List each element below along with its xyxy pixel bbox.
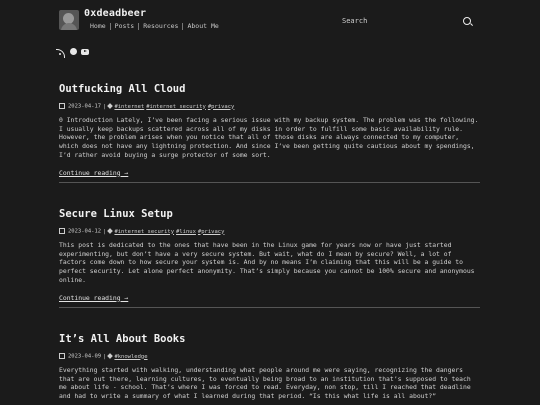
nav-item-posts[interactable]: Posts xyxy=(109,23,139,30)
post-summary: Everything started with walking, underst… xyxy=(59,366,471,401)
social-links xyxy=(56,41,93,60)
post-summary: This post is dedicated to the ones that … xyxy=(59,241,475,284)
post-card: It’s All About Books 2023-04-09 | #knowled… xyxy=(59,333,480,401)
tag-icon xyxy=(107,353,114,359)
post-meta: 2023-04-12 | #internet security #linux #priv… xyxy=(59,228,480,236)
avatar[interactable] xyxy=(59,10,79,30)
post-title[interactable]: Secure Linux Setup xyxy=(59,208,480,220)
post-title[interactable]: It’s All About Books xyxy=(59,333,480,345)
site-header: 0xdeadbeer Home Posts Resources About Me Se… xyxy=(56,8,480,60)
post-tag[interactable]: #privacy xyxy=(208,104,235,110)
post-card: Secure Linux Setup 2023-04-12 | #internet … xyxy=(59,208,480,304)
post-meta: 2023-04-09 | #knowledge xyxy=(59,353,480,361)
calendar-icon xyxy=(59,353,65,359)
post-date: 2023-04-09 xyxy=(68,353,102,360)
post-date: 2023-04-17 xyxy=(68,103,102,110)
tag-icon xyxy=(107,228,114,234)
youtube-icon[interactable] xyxy=(81,48,89,55)
post-divider xyxy=(59,307,480,308)
continue-reading-link[interactable]: Continue reading → xyxy=(59,169,128,177)
nav-item-home[interactable]: Home xyxy=(90,23,110,30)
post-tag[interactable]: #privacy xyxy=(198,229,225,235)
nav-item-about-me[interactable]: About Me xyxy=(182,23,222,30)
calendar-icon xyxy=(59,228,65,234)
continue-reading-link[interactable]: Continue reading → xyxy=(59,294,128,302)
post-tag[interactable]: #internet xyxy=(114,104,144,110)
post-tag[interactable]: #internet security xyxy=(146,104,206,110)
search-icon[interactable] xyxy=(463,17,471,25)
post-tag[interactable]: #internet security xyxy=(114,229,174,235)
post-tag[interactable]: #knowledge xyxy=(114,354,147,360)
site-title[interactable]: 0xdeadbeer xyxy=(84,8,146,19)
calendar-icon xyxy=(59,103,65,109)
search-input[interactable]: Search xyxy=(342,17,367,25)
main-nav: Home Posts Resources About Me xyxy=(90,22,223,30)
post-title[interactable]: Outfucking All Cloud xyxy=(59,83,480,95)
post-divider xyxy=(59,182,480,183)
nav-item-resources[interactable]: Resources xyxy=(138,23,182,30)
post-tag[interactable]: #linux xyxy=(176,229,196,235)
post-summary: 0 Introduction Lately, I’ve been facing … xyxy=(59,116,479,159)
post-card: Outfucking All Cloud 2023-04-17 | #interne… xyxy=(59,83,480,179)
github-icon[interactable] xyxy=(70,48,77,55)
post-date: 2023-04-12 xyxy=(68,228,102,235)
tag-icon xyxy=(107,103,114,109)
post-meta: 2023-04-17 | #internet #internet security #p… xyxy=(59,103,480,111)
rss-icon[interactable] xyxy=(56,48,66,58)
search-box[interactable]: Search xyxy=(342,15,475,28)
